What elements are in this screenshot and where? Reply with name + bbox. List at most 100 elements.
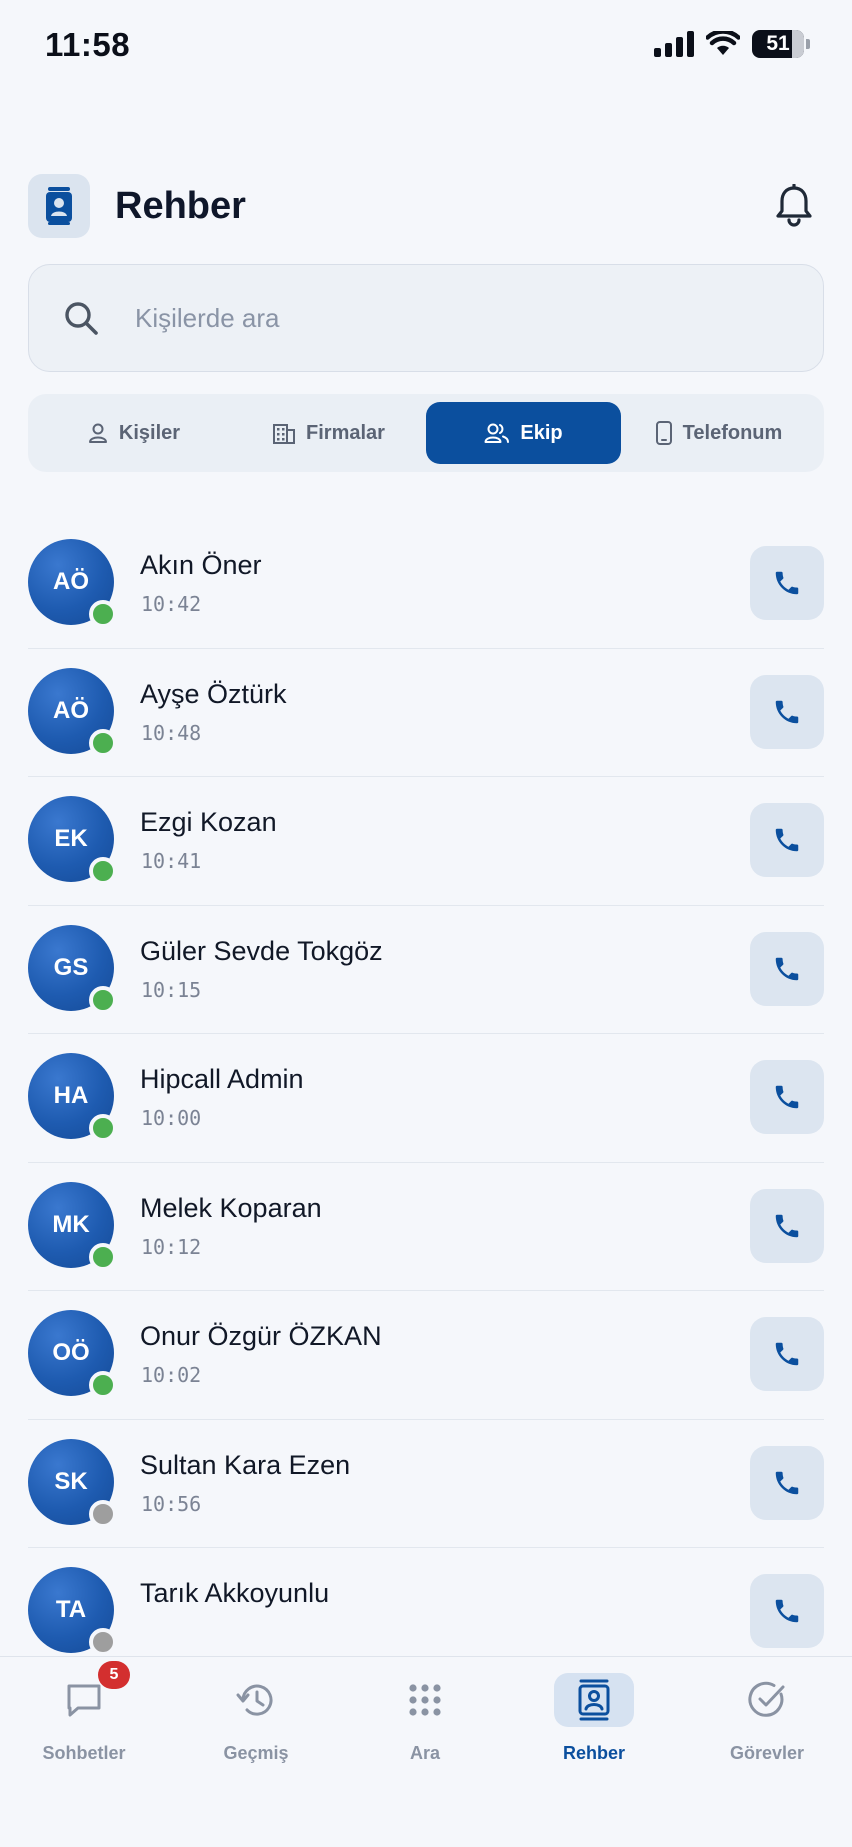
tab-label: Firmalar	[306, 421, 385, 444]
avatar-initials: SK	[54, 1467, 88, 1495]
call-button[interactable]	[750, 674, 824, 749]
contact-name: Tarık Akkoyunlu	[140, 1578, 330, 1608]
contact-list: AÖ Akın Öner 10:42 AÖ Ayşe Öztürk 10:48 EK Ezgi…	[28, 520, 824, 1677]
avatar-initials: MK	[52, 1210, 90, 1238]
contact-name: Onur Özgür ÖZKAN	[140, 1321, 382, 1351]
building-icon	[273, 424, 296, 444]
contact-row[interactable]: AÖ Ayşe Öztürk 10:48	[28, 649, 824, 777]
contact-name: Güler Sevde Tokgöz	[140, 935, 383, 966]
phone-icon	[775, 1599, 799, 1623]
contact-row[interactable]: OÖ Onur Özgür ÖZKAN 10:02	[28, 1291, 824, 1420]
status-bar: 11:58 51	[0, 0, 852, 95]
phone-icon	[775, 1085, 799, 1109]
status-icons: 51	[654, 30, 810, 58]
tab-label: Ekip	[520, 421, 563, 444]
phone-device-icon	[655, 421, 672, 445]
contacts-screen: 11:58 51 Rehber Kişilerde ara Kişiler Fi…	[0, 0, 852, 1847]
nav-rehber[interactable]: Rehber	[529, 1673, 659, 1783]
contacts-book-icon	[28, 174, 90, 238]
battery-level: 51	[766, 32, 790, 55]
nav-gorevler[interactable]: Görevler	[702, 1673, 832, 1783]
header: Rehber	[28, 172, 824, 240]
contact-time: 10:56	[141, 1491, 202, 1516]
call-button[interactable]	[750, 1574, 824, 1648]
contact-time: 10:15	[141, 977, 202, 1002]
contact-name: Sultan Kara Ezen	[140, 1449, 351, 1480]
presence-indicator	[89, 985, 117, 1014]
contact-row[interactable]: GS Güler Sevde Tokgöz 10:15	[28, 906, 824, 1034]
history-icon	[236, 1684, 273, 1716]
search-icon	[59, 296, 103, 340]
wifi-icon	[706, 31, 740, 55]
signal-icon	[654, 31, 694, 57]
contact-name: Akın Öner	[140, 550, 262, 580]
contact-time: 10:02	[141, 1363, 202, 1387]
call-button[interactable]	[750, 1317, 824, 1391]
phone-icon	[775, 1214, 799, 1237]
call-button[interactable]	[750, 803, 824, 877]
tab-telefonum[interactable]: Telefonum	[621, 402, 816, 464]
phone-icon	[775, 1342, 799, 1366]
call-button[interactable]	[750, 931, 824, 1006]
tab-firmalar[interactable]: Firmalar	[231, 402, 426, 464]
person-icon	[88, 423, 107, 443]
phone-icon	[775, 700, 799, 723]
avatar-initials: EK	[54, 825, 88, 852]
contact-name: Ayşe Öztürk	[140, 678, 287, 709]
contact-name: Melek Koparan	[140, 1192, 322, 1223]
bottom-nav: 5 Sohbetler Geçmiş Ara Rehber Görevler	[0, 1656, 852, 1847]
contact-row[interactable]: EK Ezgi Kozan 10:41	[28, 777, 824, 906]
avatar-initials: OÖ	[52, 1339, 90, 1366]
contact-time: 10:48	[141, 720, 202, 745]
nav-label: Rehber	[562, 1743, 625, 1763]
call-button[interactable]	[750, 1060, 824, 1134]
presence-indicator	[89, 1114, 117, 1142]
avatar-initials: HA	[53, 1082, 89, 1109]
nav-label: Sohbetler	[42, 1743, 126, 1763]
phone-icon	[775, 828, 799, 852]
page-title: Rehber	[115, 184, 246, 227]
call-button[interactable]	[750, 1445, 824, 1520]
contact-time: 10:12	[141, 1234, 202, 1259]
contact-row[interactable]: SK Sultan Kara Ezen 10:56	[28, 1420, 824, 1548]
nav-label: Ara	[409, 1743, 440, 1763]
phone-icon	[775, 571, 799, 595]
avatar-initials: AÖ	[53, 696, 89, 724]
nav-ara[interactable]: Ara	[360, 1673, 490, 1783]
check-circle-icon	[748, 1681, 785, 1717]
battery-icon: 51	[752, 30, 804, 58]
presence-indicator	[89, 1499, 117, 1528]
search-bar[interactable]	[28, 264, 824, 372]
contact-time: 10:42	[141, 592, 202, 616]
avatar-initials: TA	[55, 1596, 87, 1623]
contact-time: 10:00	[141, 1106, 202, 1130]
avatar-initials: GS	[53, 953, 89, 981]
dialpad-icon	[409, 1684, 441, 1716]
contact-row[interactable]: MK Melek Koparan 10:12	[28, 1163, 824, 1291]
contacts-book-icon	[578, 1679, 610, 1721]
call-button[interactable]	[750, 1188, 824, 1263]
phone-icon	[775, 957, 799, 980]
tab-kisiler[interactable]: Kişiler	[36, 402, 231, 464]
contact-time: 10:41	[141, 849, 202, 873]
avatar-initials: AÖ	[53, 568, 89, 595]
contact-row[interactable]: AÖ Akın Öner 10:42	[28, 520, 824, 649]
notifications-bell-icon[interactable]	[770, 182, 818, 230]
nav-gecmis[interactable]: Geçmiş	[191, 1673, 321, 1783]
presence-indicator	[89, 1242, 117, 1271]
nav-label: Geçmiş	[223, 1743, 289, 1763]
presence-indicator	[89, 600, 117, 628]
call-button[interactable]	[750, 546, 824, 620]
presence-indicator	[89, 728, 117, 757]
search-input[interactable]	[135, 302, 823, 334]
nav-label: Görevler	[729, 1743, 805, 1763]
status-time: 11:58	[45, 26, 131, 63]
team-icon	[484, 423, 510, 443]
segment-tabs: Kişiler Firmalar Ekip Telefonum	[28, 394, 824, 472]
tab-ekip[interactable]: Ekip	[426, 402, 621, 464]
nav-sohbetler[interactable]: 5 Sohbetler	[19, 1661, 149, 1783]
phone-icon	[775, 1471, 799, 1494]
presence-indicator	[89, 1371, 117, 1399]
chat-icon	[67, 1684, 101, 1717]
contact-row[interactable]: HA Hipcall Admin 10:00	[28, 1034, 824, 1163]
